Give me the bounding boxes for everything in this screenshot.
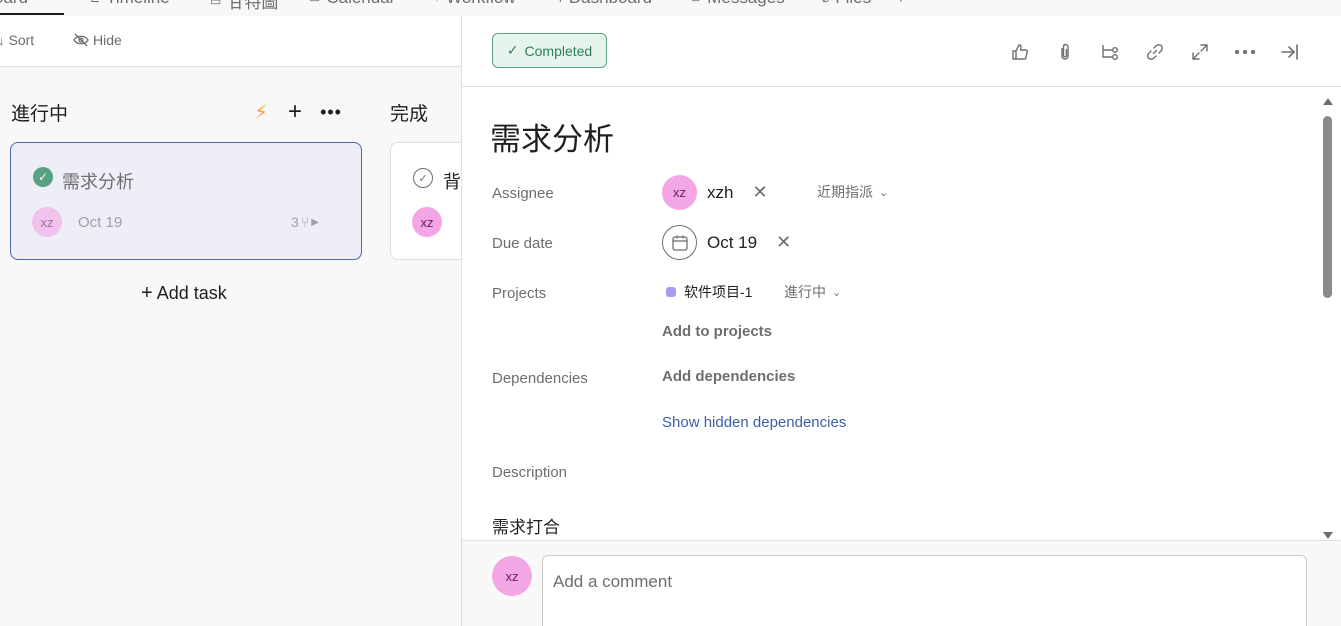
projects-label: Projects (492, 285, 547, 302)
scrollbar[interactable] (1319, 96, 1335, 541)
remove-due-date-icon[interactable]: ✕ (776, 232, 791, 253)
calendar-icon: ▭ (309, 0, 320, 5)
column-title: 完成 (390, 104, 429, 125)
link-icon[interactable] (1143, 40, 1167, 64)
scroll-up-arrow-icon[interactable] (1323, 98, 1333, 105)
add-dependencies-link[interactable]: Add dependencies (662, 368, 795, 385)
expand-icon[interactable] (1188, 40, 1212, 64)
chevron-down-icon: ⌄ (832, 286, 842, 299)
assignee-name: xzh (707, 182, 734, 202)
due-date-field[interactable]: Oct 19 ✕ (662, 225, 791, 260)
due-date-label: Due date (492, 235, 553, 252)
column-title: 進行中 (11, 104, 69, 125)
task-card[interactable]: ✓ 需求分析 xz Oct 19 3 ⑂ ▶ (10, 142, 362, 260)
attachment-icon[interactable] (1053, 40, 1077, 64)
remove-assignee-icon[interactable]: ✕ (752, 182, 767, 203)
tab-messages[interactable]: ▱Messages (692, 0, 785, 8)
task-card-date: Oct 19 (78, 214, 123, 231)
more-icon[interactable]: ••• (320, 102, 342, 123)
chevron-down-icon: ⌄ (879, 186, 889, 199)
task-title[interactable]: 需求分析 (490, 114, 614, 159)
project-tag[interactable]: 软件项目-1 (666, 282, 752, 302)
assignee-field[interactable]: xz xzh ✕ (662, 175, 768, 210)
avatar[interactable]: xz (412, 207, 442, 237)
scrollbar-thumb[interactable] (1323, 116, 1332, 298)
check-circle-icon[interactable]: ✓ (413, 168, 433, 188)
timeline-icon: ⊏ (90, 0, 100, 5)
gantt-icon: ▭ (210, 0, 222, 8)
add-tab-button[interactable]: + (896, 0, 906, 8)
project-color-swatch (666, 287, 676, 297)
avatar[interactable]: xz (32, 207, 62, 237)
tab-board[interactable]: oard (0, 0, 28, 8)
tab-workflow[interactable]: ⇢Workflow (430, 0, 516, 8)
add-column-task-icon[interactable]: + (288, 98, 302, 126)
workflow-icon: ⇢ (430, 0, 440, 5)
tab-dashboard[interactable]: ⌇Dashboard (557, 0, 652, 8)
assignee-section-dropdown[interactable]: 近期指派 ⌄ (817, 182, 888, 202)
sort-button[interactable]: ↓ Sort (0, 32, 34, 48)
like-icon[interactable] (1008, 40, 1032, 64)
task-card-title: 需求分析 (62, 172, 134, 192)
messages-icon: ▱ (692, 0, 701, 5)
description-text[interactable]: 需求打合 (492, 513, 560, 538)
caret-right-icon: ▶ (311, 216, 319, 228)
check-icon: ✓ (506, 42, 519, 58)
active-tab-indicator (0, 13, 64, 15)
hide-button[interactable]: Hide (73, 32, 122, 48)
mark-complete-button[interactable]: ✓ Completed (492, 33, 607, 68)
board: 進行中 ⚡ + ••• 完成 ✓ 需求分析 xz Oct 19 3 ⑂ ▶ ✓ … (0, 68, 490, 626)
tab-timeline[interactable]: ⊏Timeline (90, 0, 170, 8)
project-tabs: oard ⊏Timeline ▭甘特圖 ▭Calendar ⇢Workflow … (0, 0, 1341, 16)
subtask-icon: ⑂ (300, 214, 310, 230)
close-pane-icon[interactable] (1278, 40, 1302, 64)
assignee-label: Assignee (492, 185, 554, 202)
tab-calendar[interactable]: ▭Calendar (309, 0, 395, 8)
project-section-dropdown[interactable]: 進行中 ⌄ (784, 282, 841, 302)
files-icon: ⌀ (822, 0, 829, 5)
comment-composer: xz Add a comment (462, 540, 1341, 626)
scroll-down-arrow-icon[interactable] (1323, 532, 1333, 539)
tab-gantt[interactable]: ▭ 甘特圖 (210, 0, 278, 13)
dependencies-label: Dependencies (492, 370, 588, 387)
task-card-title: 背 (443, 172, 461, 192)
check-circle-icon[interactable]: ✓ (33, 167, 53, 187)
plus-icon: + (141, 282, 153, 304)
add-task-button[interactable]: + Add task (141, 282, 227, 305)
subtask-icon[interactable] (1098, 40, 1122, 64)
dashboard-icon: ⌇ (557, 0, 563, 5)
sort-icon: ↓ (0, 32, 5, 48)
due-date-value: Oct 19 (707, 232, 758, 252)
avatar: xz (662, 175, 697, 210)
column-actions: ⚡ + ••• (254, 98, 342, 126)
tab-files[interactable]: ⌀Files (822, 0, 871, 8)
avatar: xz (492, 556, 532, 596)
more-actions-icon[interactable] (1233, 40, 1257, 64)
calendar-icon (662, 225, 697, 260)
comment-input[interactable]: Add a comment (542, 555, 1307, 626)
task-detail-header: ✓ Completed (462, 16, 1341, 87)
show-hidden-dependencies-link[interactable]: Show hidden dependencies (662, 414, 846, 431)
task-detail-pane: ✓ Completed 需求分析 Assignee xz xzh ✕ 近期指派 … (461, 16, 1341, 626)
add-to-projects-link[interactable]: Add to projects (662, 323, 772, 340)
lightning-icon[interactable]: ⚡ (254, 100, 268, 125)
eye-off-icon (73, 33, 89, 47)
board-toolbar: ↓ Sort Hide (0, 16, 461, 67)
description-label: Description (492, 464, 568, 481)
subtask-count[interactable]: 3 ⑂ ▶ (291, 214, 319, 230)
